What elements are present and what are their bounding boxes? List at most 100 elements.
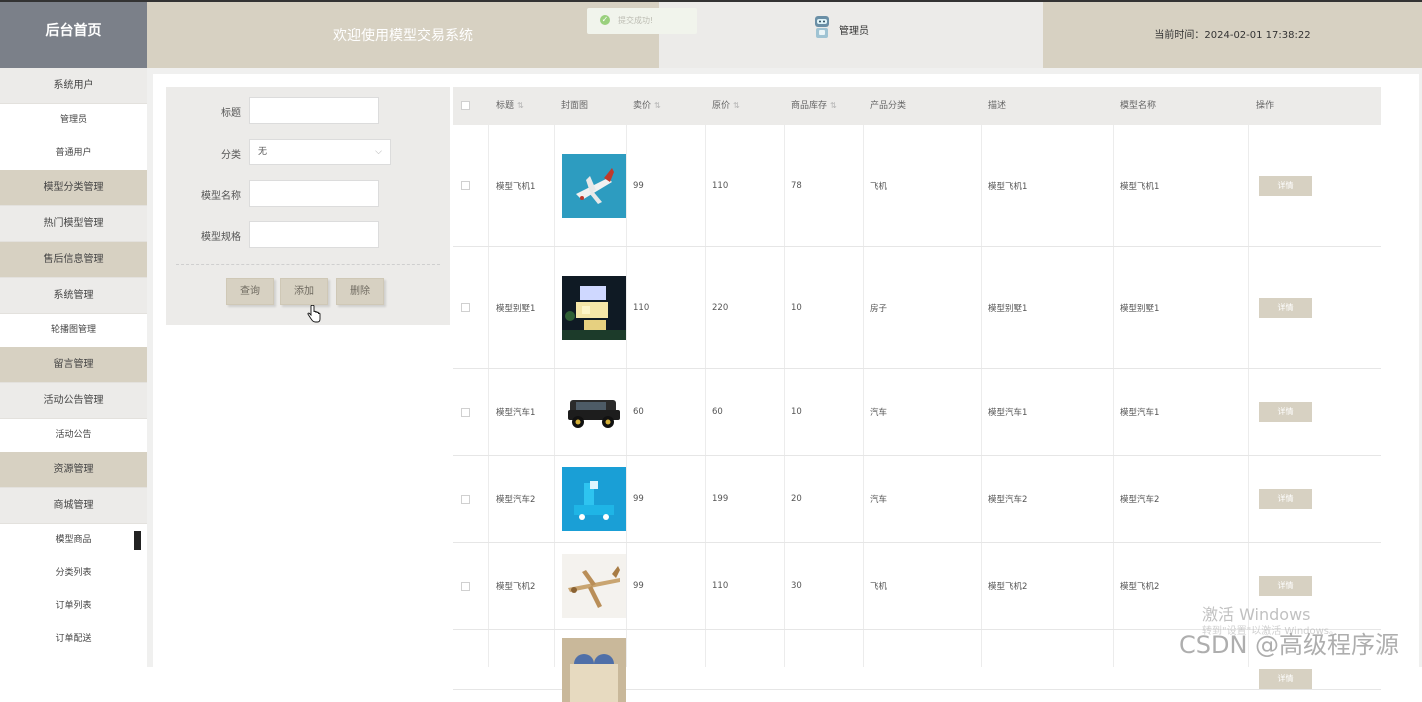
category-value: 无 [258,147,268,157]
model-name-input[interactable] [249,180,379,207]
cell-original: 110 [712,180,729,191]
table-row[interactable]: 模型飞机1 99 110 78 飞机 模型飞机1 模型飞机1 详情 [453,125,1381,247]
spec-row: 模型规格 [166,221,450,249]
sidebar-item[interactable]: 普通用户 [0,137,147,170]
sidebar-item[interactable]: 轮播图管理 [0,314,147,347]
detail-button[interactable]: 详情 [1259,402,1312,422]
row-checkbox-cell [461,369,470,455]
sidebar-item-label: 活动公告管理 [43,395,104,406]
th-original[interactable]: 原价 ⇅ [712,87,740,125]
check-circle-icon: ✓ [600,15,610,25]
sidebar-item[interactable]: 热门模型管理 [0,206,147,242]
row-checkbox[interactable] [461,303,470,312]
sidebar-item-label: 售后信息管理 [43,254,104,265]
action-cell: 详情 [1259,247,1312,368]
sidebar-item-label: 管理员 [59,115,87,125]
sidebar-item[interactable]: 活动公告 [0,419,147,452]
sort-icon[interactable]: ⇅ [830,101,837,110]
cell-category: 房子 [870,303,888,314]
sidebar-item-label: 留言管理 [53,359,94,370]
sidebar-item[interactable]: 分类列表 [0,557,147,590]
th-action: 操作 [1256,87,1275,125]
cell-category: 汽车 [870,408,888,418]
cell-title: 模型飞机1 [496,181,536,192]
category-select[interactable]: 无 ⌵ [249,139,391,165]
sidebar-item[interactable]: 售后信息管理 [0,242,147,278]
spec-input[interactable] [249,221,379,248]
sidebar-item[interactable]: 留言管理 [0,347,147,383]
cell-title: 模型汽车1 [496,408,536,418]
chevron-down-icon: ⌵ [375,147,382,157]
sidebar: 系统用户管理员普通用户 模型分类管理 热门模型管理售后信息管理 系统管理轮播图管理留言… [0,68,147,667]
th-stock[interactable]: 商品库存 ⇅ [791,87,837,125]
csdn-watermark: CSDN @高级程序源 [1179,631,1400,659]
detail-button[interactable]: 详情 [1259,175,1312,196]
sidebar-item[interactable]: 管理员 [0,104,147,137]
sidebar-item[interactable]: 系统管理 [0,278,147,314]
select-all-checkbox[interactable] [461,101,470,110]
cell-price: 99 [633,581,644,591]
sidebar-item[interactable]: 资源管理 [0,452,147,488]
home-link[interactable]: 后台首页 [0,2,147,70]
sidebar-item[interactable]: 订单列表 [0,590,147,623]
action-cell: 详情 [1259,125,1312,246]
cell-desc: 模型汽车2 [988,495,1028,505]
cell-stock: 20 [791,494,802,504]
cell-desc: 模型飞机1 [988,181,1028,192]
cell-title: 模型别墅1 [496,303,536,314]
current-time: 当前时间：2024-02-01 17:38:22 [1154,30,1311,41]
detail-button[interactable]: 详情 [1259,489,1312,509]
cell-original: 110 [712,581,729,591]
hand-cursor-icon [307,305,321,323]
row-checkbox-cell [461,247,470,368]
cell-stock: 10 [791,407,802,417]
villa-image [562,275,626,340]
toast-message: 提交成功! [618,16,654,25]
cell-price: 99 [633,494,644,504]
sidebar-item[interactable]: 活动公告管理 [0,383,147,419]
cell-desc: 模型汽车1 [988,408,1028,418]
cell-price: 60 [633,407,644,417]
row-checkbox-cell [461,125,470,246]
th-title[interactable]: 标题 ⇅ [496,87,524,125]
sidebar-item[interactable]: 订单配送 [0,623,147,656]
table-row[interactable]: 模型汽车1 60 60 10 汽车 模型汽车1 模型汽车1 详情 [453,369,1381,456]
sidebar-item[interactable]: 模型分类管理 [0,170,147,206]
admin-name[interactable]: 管理员 [839,22,869,37]
row-checkbox[interactable] [461,407,470,417]
row-checkbox[interactable] [461,181,470,190]
sort-icon[interactable]: ⇅ [733,101,740,110]
th-price[interactable]: 卖价 ⇅ [633,87,661,125]
sidebar-item-label: 模型商品 [55,535,92,545]
cell-stock: 30 [791,581,802,591]
sidebar-item-label: 商城管理 [53,500,94,511]
row-checkbox[interactable] [461,581,470,591]
row-checkbox[interactable] [461,494,470,504]
table-row[interactable]: 模型汽车2 99 199 20 汽车 模型汽车2 模型汽车2 详情 [453,456,1381,543]
sidebar-item[interactable]: 商城管理 [0,488,147,524]
cell-model-name: 模型别墅1 [1120,303,1160,314]
sidebar-item[interactable]: 模型商品 [0,524,147,557]
cell-model-name: 模型汽车1 [1120,408,1160,418]
add-button[interactable]: 添加 [280,278,328,305]
sidebar-item-label: 系统管理 [53,290,94,301]
product-table: 标题 ⇅ 封面图 卖价 ⇅ 原价 ⇅ 商品库存 ⇅ 产品分类 描述 模型名称 操作 模型… [453,87,1381,702]
sidebar-item[interactable]: 系统用户 [0,68,147,104]
delete-button[interactable]: 删除 [336,278,384,305]
detail-button[interactable]: 详情 [1259,669,1312,689]
sort-icon[interactable]: ⇅ [517,101,524,110]
sort-icon[interactable]: ⇅ [654,101,661,110]
title-input[interactable] [249,97,379,124]
cell-original: 220 [712,302,729,313]
detail-button[interactable]: 详情 [1259,297,1312,318]
car-image [562,380,626,444]
top-header: 后台首页 欢迎使用模型交易系统 管理员 ✓ 提交成功! 当前时间：2024-02… [0,0,1422,70]
query-button[interactable]: 查询 [226,278,274,305]
cell-model-name: 模型飞机1 [1120,181,1160,192]
robot-avatar-icon[interactable] [812,14,832,40]
table-row[interactable]: 模型别墅1 110 220 10 房子 模型别墅1 模型别墅1 详情 [453,247,1381,369]
model-name-label: 模型名称 [201,191,241,202]
detail-button[interactable]: 详情 [1259,576,1312,596]
cell-original: 60 [712,407,723,417]
welcome-title: 欢迎使用模型交易系统 [333,28,473,44]
